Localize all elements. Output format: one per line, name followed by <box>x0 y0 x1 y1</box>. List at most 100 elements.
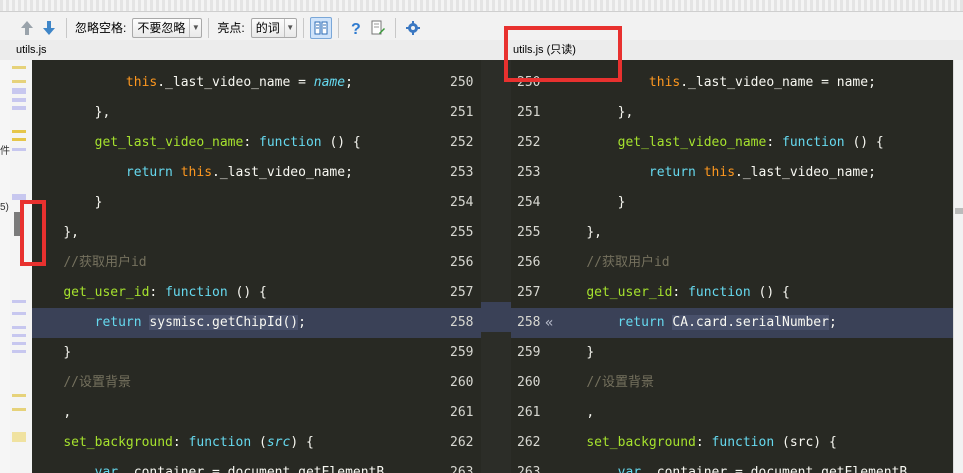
toolbar-separator <box>66 17 67 38</box>
code-token: name <box>313 75 346 90</box>
copy-to-left-arrow-icon[interactable]: « <box>545 308 553 338</box>
code-line[interactable]: } 254 <box>32 188 481 218</box>
code-token: //获取用户id <box>586 255 670 270</box>
code-token: () { <box>750 285 790 300</box>
code-line[interactable]: } 259 <box>511 338 953 368</box>
code-text: return this._last_video_name; <box>32 158 353 188</box>
code-token: set_background <box>63 435 173 450</box>
code-line[interactable]: }, 255 <box>32 218 481 248</box>
line-number: 252 <box>450 135 474 150</box>
overview-viewport-indicator[interactable] <box>14 212 22 236</box>
overview-marker <box>12 432 26 442</box>
edit-document-button[interactable] <box>367 16 389 40</box>
vertical-scrollbar[interactable] <box>953 60 963 473</box>
right-file-tab[interactable]: utils.js (只读) <box>481 40 963 60</box>
left-editor-pane[interactable]: this._last_video_name = name; 250 }, 251 g… <box>32 60 481 473</box>
help-button[interactable]: ? <box>345 16 367 40</box>
code-token: //获取用户id <box>63 255 147 270</box>
code-token: var <box>94 465 119 473</box>
left-file-title: utils.js <box>16 44 47 56</box>
code-line[interactable]: //获取用户id 256 <box>32 248 481 278</box>
code-line[interactable]: }, 255 <box>511 218 953 248</box>
code-text: return sysmisc.getChipId(); <box>32 308 306 338</box>
line-number: 254 <box>517 195 541 210</box>
code-line[interactable]: var _container = document.getElementB 263 <box>511 458 953 473</box>
right-file-title: utils.js (只读) <box>513 44 576 56</box>
code-text: set_background: function (src) { <box>555 428 836 458</box>
code-token: }, <box>94 105 111 120</box>
code-text: }, <box>555 98 634 128</box>
code-text: } <box>32 188 103 218</box>
line-number: 259 <box>450 345 474 360</box>
code-token: get_user_id <box>63 285 150 300</box>
code-line[interactable]: set_background: function (src) {262 <box>32 428 481 458</box>
code-line[interactable]: set_background: function (src) {262 <box>511 428 953 458</box>
line-number: 257 <box>450 285 474 300</box>
previous-difference-button[interactable] <box>16 16 38 40</box>
code-line[interactable]: return sysmisc.getChipId(); 258 <box>32 308 481 338</box>
code-token: sysmisc.getChipId() <box>149 315 299 330</box>
overview-marker <box>12 98 26 102</box>
code-line[interactable]: get_user_id: function () {257 <box>511 278 953 308</box>
code-line[interactable]: var _container = document.getElementB 263 <box>32 458 481 473</box>
code-token: ._last_video_name = <box>157 75 314 90</box>
code-token: function <box>782 135 845 150</box>
overview-marker <box>12 80 26 83</box>
code-token: return <box>94 315 142 330</box>
code-line[interactable]: , 261 <box>511 398 953 428</box>
code-token: }, <box>63 225 79 240</box>
left-edge-glyph: 件 <box>0 146 10 157</box>
code-line[interactable]: } 254 <box>511 188 953 218</box>
left-file-tab[interactable]: utils.js <box>0 40 481 60</box>
next-difference-button[interactable] <box>38 16 60 40</box>
difference-overview-bar[interactable] <box>10 60 32 473</box>
code-line[interactable]: }, 251 <box>32 98 481 128</box>
line-number: 260 <box>517 375 541 390</box>
highlight-select[interactable]: 的词 ▼ <box>250 17 297 38</box>
code-token: }, <box>586 225 602 240</box>
code-line[interactable]: return this._last_video_name; 253 <box>511 158 953 188</box>
code-line[interactable]: //设置背景 260 <box>32 368 481 398</box>
code-text: }, <box>32 218 79 248</box>
code-text: get_user_id: function () { <box>32 278 267 308</box>
code-token: ; <box>828 315 837 330</box>
code-line[interactable]: this._last_video_name = name; 250 <box>32 68 481 98</box>
svg-text:?: ? <box>351 21 361 36</box>
overview-marker <box>12 350 26 353</box>
code-line[interactable]: return CA.card.serialNumber; 258 « <box>511 308 953 338</box>
code-text: } <box>555 338 594 368</box>
line-number: 253 <box>517 165 541 180</box>
code-token: function <box>711 435 775 450</box>
toolbar-separator <box>394 17 396 38</box>
code-token: CA.card.serialNumber <box>672 315 829 330</box>
overview-marker <box>12 106 26 110</box>
side-by-side-toggle[interactable] <box>309 16 332 39</box>
code-token: ; <box>298 315 306 330</box>
ignore-whitespace-select[interactable]: 不要忽略 ▼ <box>132 17 203 38</box>
settings-button[interactable] <box>402 16 424 40</box>
code-line[interactable]: get_user_id: function () { 257 <box>32 278 481 308</box>
code-token: this <box>648 75 681 90</box>
code-line[interactable]: this._last_video_name = name; 250 <box>511 68 953 98</box>
right-editor-pane[interactable]: this._last_video_name = name; 250 }, 251 g… <box>511 60 953 473</box>
code-line[interactable]: //获取用户id 256 <box>511 248 953 278</box>
code-line[interactable]: //设置背景 260 <box>511 368 953 398</box>
code-line[interactable]: } 259 <box>32 338 481 368</box>
code-line[interactable]: get_last_video_name: function () {252 <box>511 128 953 158</box>
line-number: 261 <box>450 405 474 420</box>
scrollbar-thumb[interactable] <box>955 208 963 214</box>
overview-marker <box>12 312 26 315</box>
code-line[interactable]: , 261 <box>32 398 481 428</box>
toolbar-separator <box>337 17 339 38</box>
code-line[interactable]: return this._last_video_name; 253 <box>32 158 481 188</box>
chevron-down-icon: ▼ <box>283 18 296 37</box>
code-line[interactable]: get_last_video_name: function () {252 <box>32 128 481 158</box>
overview-marker <box>12 334 26 337</box>
code-token: var <box>617 465 642 473</box>
code-token: : <box>766 135 782 150</box>
code-line[interactable]: }, 251 <box>511 98 953 128</box>
line-number: 256 <box>450 255 474 270</box>
code-token: function <box>165 285 228 300</box>
code-text: }, <box>555 218 602 248</box>
